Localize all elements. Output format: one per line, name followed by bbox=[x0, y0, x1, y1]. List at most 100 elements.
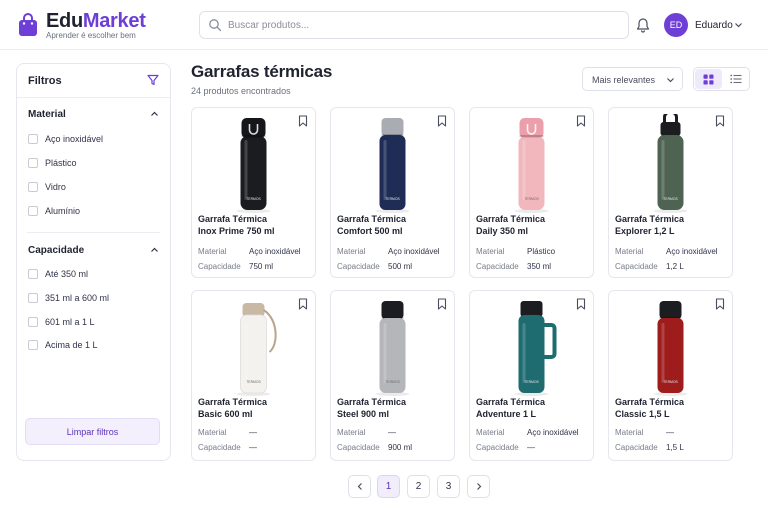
divider bbox=[17, 97, 170, 98]
product-name[interactable]: Garrafa Térmica Adventure 1 L bbox=[476, 396, 591, 420]
brand-mark: TERMOS bbox=[524, 380, 539, 384]
material-value: Aço inoxidável bbox=[527, 428, 579, 437]
material-label: Material bbox=[337, 428, 366, 437]
checkbox[interactable] bbox=[28, 134, 38, 144]
product-card[interactable]: TERMOS Garrafa Térmica Explorer 1,2 L Mat… bbox=[608, 107, 733, 278]
shopping-bag-icon[interactable] bbox=[18, 13, 38, 37]
bell-icon[interactable] bbox=[636, 17, 650, 33]
grid-view-button[interactable] bbox=[695, 69, 722, 89]
chevron-up-icon[interactable] bbox=[150, 110, 159, 118]
search-input[interactable] bbox=[228, 16, 618, 34]
clear-filters-button[interactable]: Limpar filtros bbox=[25, 418, 160, 445]
material-label: Material bbox=[476, 428, 505, 437]
product-card[interactable]: TERMOS Garrafa Térmica Comfort 500 ml Mat… bbox=[330, 107, 455, 278]
product-name[interactable]: Garrafa Térmica Comfort 500 ml bbox=[337, 213, 452, 237]
product-card[interactable]: TERMOS Garrafa Térmica Adventure 1 L Mate… bbox=[469, 290, 594, 461]
page-button-2[interactable]: 2 bbox=[407, 475, 430, 498]
product-image: TERMOS bbox=[514, 301, 557, 396]
filter-option[interactable]: 601 ml a 1 L bbox=[28, 316, 95, 328]
filter-option[interactable]: Vidro bbox=[28, 181, 66, 193]
bookmark-icon[interactable] bbox=[715, 115, 725, 127]
sort-select[interactable]: Mais relevantes bbox=[582, 67, 683, 91]
search-box[interactable] bbox=[199, 11, 629, 39]
next-page-button[interactable] bbox=[467, 475, 490, 498]
material-label: Material bbox=[198, 247, 227, 256]
section-title-capacity[interactable]: Capacidade bbox=[28, 245, 84, 256]
brand-mark: TERMOS bbox=[663, 197, 678, 201]
divider bbox=[27, 232, 160, 233]
brand-mark: TERMOS bbox=[385, 380, 400, 384]
product-card[interactable]: TERMOS Garrafa Térmica Classic 1,5 L Mate… bbox=[608, 290, 733, 461]
product-name[interactable]: Garrafa Térmica Inox Prime 750 ml bbox=[198, 213, 313, 237]
product-name[interactable]: Garrafa Térmica Explorer 1,2 L bbox=[615, 213, 730, 237]
checkbox[interactable] bbox=[28, 317, 38, 327]
brand-mark: TERMOS bbox=[524, 197, 539, 201]
capacity-value: — bbox=[527, 443, 535, 452]
bookmark-icon[interactable] bbox=[298, 115, 308, 127]
checkbox[interactable] bbox=[28, 158, 38, 168]
bookmark-icon[interactable] bbox=[715, 298, 725, 310]
list-view-button[interactable] bbox=[723, 69, 749, 89]
bookmark-icon[interactable] bbox=[298, 298, 308, 310]
bookmark-icon[interactable] bbox=[576, 115, 586, 127]
brand-mark: TERMOS bbox=[246, 380, 261, 384]
capacity-value: — bbox=[249, 443, 257, 452]
funnel-icon[interactable] bbox=[147, 74, 159, 86]
list-view-icon bbox=[730, 74, 742, 84]
capacity-value: 500 ml bbox=[388, 262, 413, 271]
checkbox[interactable] bbox=[28, 269, 38, 279]
capacity-label: Capacidade bbox=[337, 262, 380, 271]
bookmark-icon[interactable] bbox=[437, 298, 447, 310]
prev-page-button[interactable] bbox=[348, 475, 371, 498]
bookmark-icon[interactable] bbox=[576, 298, 586, 310]
product-card[interactable]: TERMOS Garrafa Térmica Steel 900 ml Mater… bbox=[330, 290, 455, 461]
chevron-up-icon[interactable] bbox=[150, 246, 159, 254]
product-image: TERMOS bbox=[375, 301, 410, 396]
checkbox[interactable] bbox=[28, 206, 38, 216]
capacity-label: Capacidade bbox=[198, 262, 241, 271]
material-label: Material bbox=[615, 428, 644, 437]
capacity-label: Capacidade bbox=[615, 443, 658, 452]
filter-option[interactable]: Plástico bbox=[28, 157, 77, 169]
filter-option[interactable]: Acima de 1 L bbox=[28, 339, 98, 351]
material-value: — bbox=[249, 428, 257, 437]
bookmark-icon[interactable] bbox=[437, 115, 447, 127]
material-value: Aço inoxidável bbox=[249, 247, 301, 256]
product-card[interactable]: TERMOS Garrafa Térmica Basic 600 ml Mater… bbox=[191, 290, 316, 461]
product-name[interactable]: Garrafa Térmica Classic 1,5 L bbox=[615, 396, 730, 420]
checkbox[interactable] bbox=[28, 293, 38, 303]
page-button-1[interactable]: 1 bbox=[377, 475, 400, 498]
chevron-down-icon bbox=[667, 78, 674, 83]
material-label: Material bbox=[615, 247, 644, 256]
capacity-value: 1,2 L bbox=[666, 262, 684, 271]
filter-option[interactable]: Aço inoxidável bbox=[28, 133, 103, 145]
page-button-3[interactable]: 3 bbox=[437, 475, 460, 498]
filters-title: Filtros bbox=[28, 75, 62, 87]
filter-option[interactable]: Até 350 ml bbox=[28, 268, 88, 280]
capacity-label: Capacidade bbox=[476, 262, 519, 271]
brand-name[interactable]: EduMarket bbox=[46, 10, 146, 33]
filter-option[interactable]: Alumínio bbox=[28, 205, 80, 217]
section-title-material[interactable]: Material bbox=[28, 109, 66, 120]
page-title: Garrafas térmicas bbox=[191, 62, 333, 81]
product-card[interactable]: TERMOS Garrafa Térmica Daily 350 ml Mater… bbox=[469, 107, 594, 278]
product-image: TERMOS bbox=[236, 118, 271, 213]
capacity-value: 1,5 L bbox=[666, 443, 684, 452]
brand-mark: TERMOS bbox=[246, 197, 261, 201]
capacity-value: 350 ml bbox=[527, 262, 552, 271]
chevron-down-icon[interactable] bbox=[734, 21, 743, 29]
capacity-value: 900 ml bbox=[388, 443, 413, 452]
product-name[interactable]: Garrafa Térmica Basic 600 ml bbox=[198, 396, 313, 420]
checkbox[interactable] bbox=[28, 182, 38, 192]
filter-option[interactable]: 351 ml a 600 ml bbox=[28, 292, 109, 304]
product-image: TERMOS bbox=[236, 303, 277, 396]
product-card[interactable]: TERMOS Garrafa Térmica Inox Prime 750 ml … bbox=[191, 107, 316, 278]
product-name[interactable]: Garrafa Térmica Daily 350 ml bbox=[476, 213, 591, 237]
filters-sidebar: Filtros Material Aço inoxidável Plástico… bbox=[16, 63, 171, 461]
capacity-label: Capacidade bbox=[476, 443, 519, 452]
product-name[interactable]: Garrafa Térmica Steel 900 ml bbox=[337, 396, 452, 420]
user-name[interactable]: Eduardo bbox=[695, 20, 733, 31]
checkbox[interactable] bbox=[28, 340, 38, 350]
avatar[interactable]: ED bbox=[664, 13, 688, 37]
brand-mark: TERMOS bbox=[663, 380, 678, 384]
